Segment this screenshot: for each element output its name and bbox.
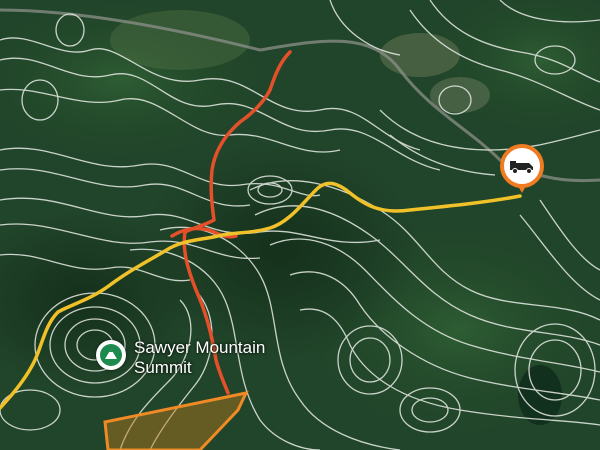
summit-marker[interactable] xyxy=(96,340,126,370)
truck-icon xyxy=(500,144,544,193)
map-canvas[interactable]: Sawyer Mountain Summit xyxy=(0,0,600,450)
summit-label: Sawyer Mountain Summit xyxy=(134,338,266,377)
trailhead-marker[interactable] xyxy=(498,144,546,194)
summit-flag-icon xyxy=(100,344,122,366)
map-layer xyxy=(0,0,600,450)
